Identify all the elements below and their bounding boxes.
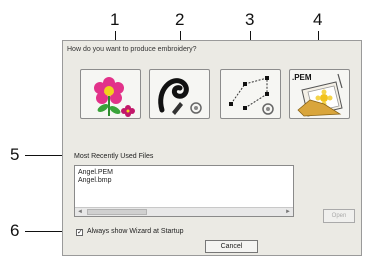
- photo-stitch-button[interactable]: [149, 69, 210, 119]
- pem-folder-icon: .PEM: [292, 73, 343, 117]
- mru-label: Most Recently Used Files: [74, 153, 154, 160]
- auto-punch-button[interactable]: [80, 69, 141, 119]
- callout-6: 6: [10, 221, 20, 240]
- scroll-right-icon[interactable]: ►: [285, 208, 291, 216]
- callout-4: 4: [313, 10, 323, 29]
- mru-file-list[interactable]: Angel.PEM Angel.bmp ◄ ►: [74, 165, 294, 217]
- startup-checkbox[interactable]: ✓: [76, 229, 83, 236]
- wizard-dialog: How do you want to produce embroidery? .…: [62, 40, 362, 256]
- callout-1: 1: [110, 10, 120, 29]
- design-center-button[interactable]: [220, 69, 281, 119]
- mru-file-item[interactable]: Angel.bmp: [78, 177, 111, 185]
- flower-auto-punch-icon: [94, 77, 135, 117]
- scrollbar-thumb[interactable]: [87, 209, 147, 215]
- callout-5: 5: [10, 145, 20, 164]
- dialog-title: How do you want to produce embroidery?: [67, 46, 197, 53]
- callout-3: 3: [245, 10, 255, 29]
- open-button[interactable]: Open: [323, 209, 355, 223]
- scroll-left-icon[interactable]: ◄: [77, 208, 83, 216]
- open-pem-button[interactable]: .PEM: [289, 69, 350, 119]
- startup-checkbox-label: Always show Wizard at Startup: [87, 228, 184, 235]
- pem-badge-text: .PEM: [292, 73, 312, 82]
- mru-file-item[interactable]: Angel.PEM: [78, 169, 113, 177]
- pen-stitch-icon: [158, 78, 202, 115]
- line-points-icon: [229, 76, 274, 115]
- cancel-button[interactable]: Cancel: [205, 240, 258, 253]
- callout-2: 2: [175, 10, 185, 29]
- horizontal-scrollbar[interactable]: ◄ ►: [75, 207, 293, 216]
